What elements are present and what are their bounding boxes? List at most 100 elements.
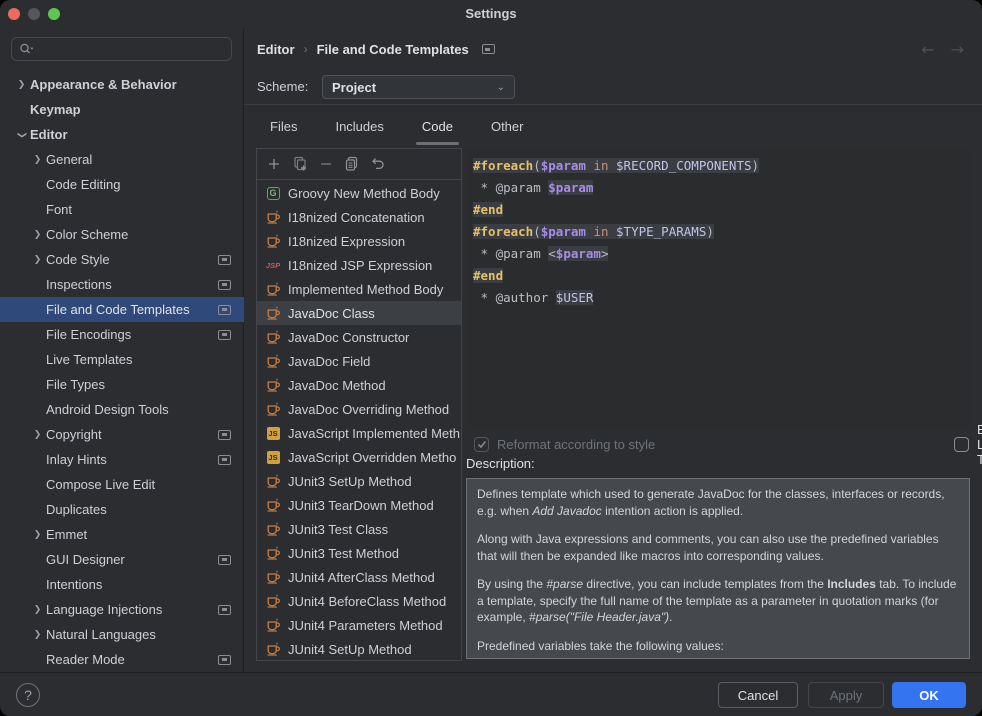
sidebar-item-intentions[interactable]: Intentions bbox=[0, 572, 244, 597]
settings-search-field[interactable] bbox=[11, 37, 232, 61]
enable-live-templates-checkbox[interactable]: Enable Live Templates bbox=[954, 430, 982, 458]
template-list: GGroovy New Method Body I18nized Concaten… bbox=[257, 181, 461, 660]
chevron-right-icon[interactable]: ❯ bbox=[29, 230, 46, 240]
template-item-javadoc-constructor[interactable]: JavaDoc Constructor bbox=[257, 325, 461, 349]
template-item-junit4-beforeclass-method[interactable]: JUnit4 BeforeClass Method bbox=[257, 589, 461, 613]
sidebar-item-general[interactable]: ❯General bbox=[0, 147, 244, 172]
tab-files[interactable]: Files bbox=[258, 105, 309, 148]
sidebar-item-live-templates[interactable]: Live Templates bbox=[0, 347, 244, 372]
jsp-file-icon: JSP bbox=[265, 257, 281, 273]
tab-code[interactable]: Code bbox=[410, 105, 465, 148]
sidebar-item-natural-languages[interactable]: ❯Natural Languages bbox=[0, 622, 244, 647]
template-item-javadoc-field[interactable]: JavaDoc Field bbox=[257, 349, 461, 373]
tab-other[interactable]: Other bbox=[479, 105, 536, 148]
sidebar-item-duplicates[interactable]: Duplicates bbox=[0, 497, 244, 522]
sidebar-item-inspections[interactable]: Inspections bbox=[0, 272, 244, 297]
template-item-javadoc-overriding-method[interactable]: JavaDoc Overriding Method bbox=[257, 397, 461, 421]
sidebar-item-code-editing[interactable]: Code Editing bbox=[0, 172, 244, 197]
scheme-dropdown[interactable]: Project ⌄ bbox=[322, 75, 515, 99]
template-item-junit3-test-class[interactable]: JUnit3 Test Class bbox=[257, 517, 461, 541]
reset-to-default-icon[interactable] bbox=[365, 153, 391, 175]
java-class-icon bbox=[265, 401, 281, 417]
duplicate-template-icon[interactable] bbox=[339, 153, 365, 175]
reformat-checkbox[interactable]: Reformat according to style bbox=[474, 430, 655, 458]
template-item-junit4-parameters-method[interactable]: JUnit4 Parameters Method bbox=[257, 613, 461, 637]
template-item-i18nized-expression[interactable]: I18nized Expression bbox=[257, 229, 461, 253]
project-level-icon bbox=[218, 305, 231, 315]
remove-template-icon[interactable] bbox=[313, 153, 339, 175]
help-button[interactable]: ? bbox=[16, 683, 40, 707]
sidebar-item-color-scheme[interactable]: ❯Color Scheme bbox=[0, 222, 244, 247]
chevron-right-icon[interactable]: ❯ bbox=[29, 530, 46, 540]
code-line: * @param $param bbox=[473, 177, 970, 199]
sidebar-item-file-encodings[interactable]: File Encodings bbox=[0, 322, 244, 347]
template-item-label: I18nized Expression bbox=[288, 234, 405, 249]
copy-template-from-parent-icon[interactable] bbox=[287, 153, 313, 175]
template-item-junit4-setup-method[interactable]: JUnit4 SetUp Method bbox=[257, 637, 461, 661]
ok-button[interactable]: OK bbox=[892, 682, 966, 708]
history-navigation: ← → bbox=[921, 28, 964, 70]
settings-dialog: Settings ❯Appearance & BehaviorKeymap❯Ed… bbox=[0, 0, 982, 716]
sidebar-item-label: File and Code Templates bbox=[46, 302, 190, 317]
template-item-javascript-overridden-metho[interactable]: JSJavaScript Overridden Metho bbox=[257, 445, 461, 469]
java-class-icon bbox=[265, 377, 281, 393]
sidebar-item-label: Code Editing bbox=[46, 177, 120, 192]
sidebar-item-file-and-code-templates[interactable]: File and Code Templates bbox=[0, 297, 244, 322]
forward-arrow-icon[interactable]: → bbox=[951, 40, 964, 59]
search-input[interactable] bbox=[38, 41, 188, 58]
sidebar-item-font[interactable]: Font bbox=[0, 197, 244, 222]
template-item-i18nized-jsp-expression[interactable]: JSP I18nized JSP Expression bbox=[257, 253, 461, 277]
chevron-right-icon[interactable]: ❯ bbox=[29, 605, 46, 615]
sidebar-item-keymap[interactable]: Keymap bbox=[0, 97, 244, 122]
sidebar-item-label: Code Style bbox=[46, 252, 110, 267]
chevron-right-icon[interactable]: ❯ bbox=[29, 630, 46, 640]
sidebar-item-android-design-tools[interactable]: Android Design Tools bbox=[0, 397, 244, 422]
sidebar-item-label: File Types bbox=[46, 377, 105, 392]
template-item-label: JUnit3 TearDown Method bbox=[288, 498, 434, 513]
template-item-junit3-test-method[interactable]: JUnit3 Test Method bbox=[257, 541, 461, 565]
tab-includes[interactable]: Includes bbox=[323, 105, 395, 148]
template-item-groovy-new-method-body[interactable]: GGroovy New Method Body bbox=[257, 181, 461, 205]
template-item-label: I18nized JSP Expression bbox=[288, 258, 432, 273]
template-item-javascript-implemented-meth[interactable]: JSJavaScript Implemented Meth bbox=[257, 421, 461, 445]
template-item-i18nized-concatenation[interactable]: I18nized Concatenation bbox=[257, 205, 461, 229]
sidebar-item-appearance-behavior[interactable]: ❯Appearance & Behavior bbox=[0, 72, 244, 97]
template-item-label: I18nized Concatenation bbox=[288, 210, 425, 225]
chevron-right-icon[interactable]: ❯ bbox=[29, 430, 46, 440]
template-item-junit3-setup-method[interactable]: JUnit3 SetUp Method bbox=[257, 469, 461, 493]
java-class-icon bbox=[265, 641, 281, 657]
template-item-junit4-afterclass-method[interactable]: JUnit4 AfterClass Method bbox=[257, 565, 461, 589]
breadcrumb-file-and-code-templates[interactable]: File and Code Templates bbox=[317, 42, 469, 57]
sidebar-item-gui-designer[interactable]: GUI Designer bbox=[0, 547, 244, 572]
javascript-file-icon: JS bbox=[265, 449, 281, 465]
sidebar-item-editor[interactable]: ❯Editor bbox=[0, 122, 244, 147]
back-arrow-icon[interactable]: ← bbox=[921, 40, 934, 59]
sidebar-item-code-style[interactable]: ❯Code Style bbox=[0, 247, 244, 272]
sidebar-item-emmet[interactable]: ❯Emmet bbox=[0, 522, 244, 547]
cancel-button[interactable]: Cancel bbox=[718, 682, 798, 708]
sidebar-item-file-types[interactable]: File Types bbox=[0, 372, 244, 397]
template-item-implemented-method-body[interactable]: Implemented Method Body bbox=[257, 277, 461, 301]
chevron-down-icon[interactable]: ❯ bbox=[17, 126, 27, 143]
sidebar-item-label: Live Templates bbox=[46, 352, 132, 367]
chevron-right-icon[interactable]: ❯ bbox=[29, 255, 46, 265]
sidebar-item-label: Duplicates bbox=[46, 502, 107, 517]
sidebar-item-inlay-hints[interactable]: Inlay Hints bbox=[0, 447, 244, 472]
sidebar-item-compose-live-edit[interactable]: Compose Live Edit bbox=[0, 472, 244, 497]
add-template-icon[interactable] bbox=[261, 153, 287, 175]
template-item-javadoc-class[interactable]: JavaDoc Class bbox=[257, 301, 461, 325]
chevron-right-icon[interactable]: ❯ bbox=[13, 80, 30, 90]
chevron-right-icon[interactable]: ❯ bbox=[29, 155, 46, 165]
template-item-javadoc-method[interactable]: JavaDoc Method bbox=[257, 373, 461, 397]
breadcrumb-editor[interactable]: Editor bbox=[257, 42, 295, 57]
template-item-junit3-teardown-method[interactable]: JUnit3 TearDown Method bbox=[257, 493, 461, 517]
sidebar-item-label: Emmet bbox=[46, 527, 87, 542]
apply-button[interactable]: Apply bbox=[808, 682, 884, 708]
enable-live-templates-label: Enable Live Templates bbox=[977, 422, 982, 467]
sidebar-item-copyright[interactable]: ❯Copyright bbox=[0, 422, 244, 447]
java-class-icon bbox=[265, 497, 281, 513]
sidebar-item-language-injections[interactable]: ❯Language Injections bbox=[0, 597, 244, 622]
options-row: Reformat according to style Enable Live … bbox=[466, 430, 970, 458]
sidebar-item-reader-mode[interactable]: Reader Mode bbox=[0, 647, 244, 672]
template-code-editor[interactable]: #foreach($param in $RECORD_COMPONENTS) *… bbox=[466, 148, 970, 430]
